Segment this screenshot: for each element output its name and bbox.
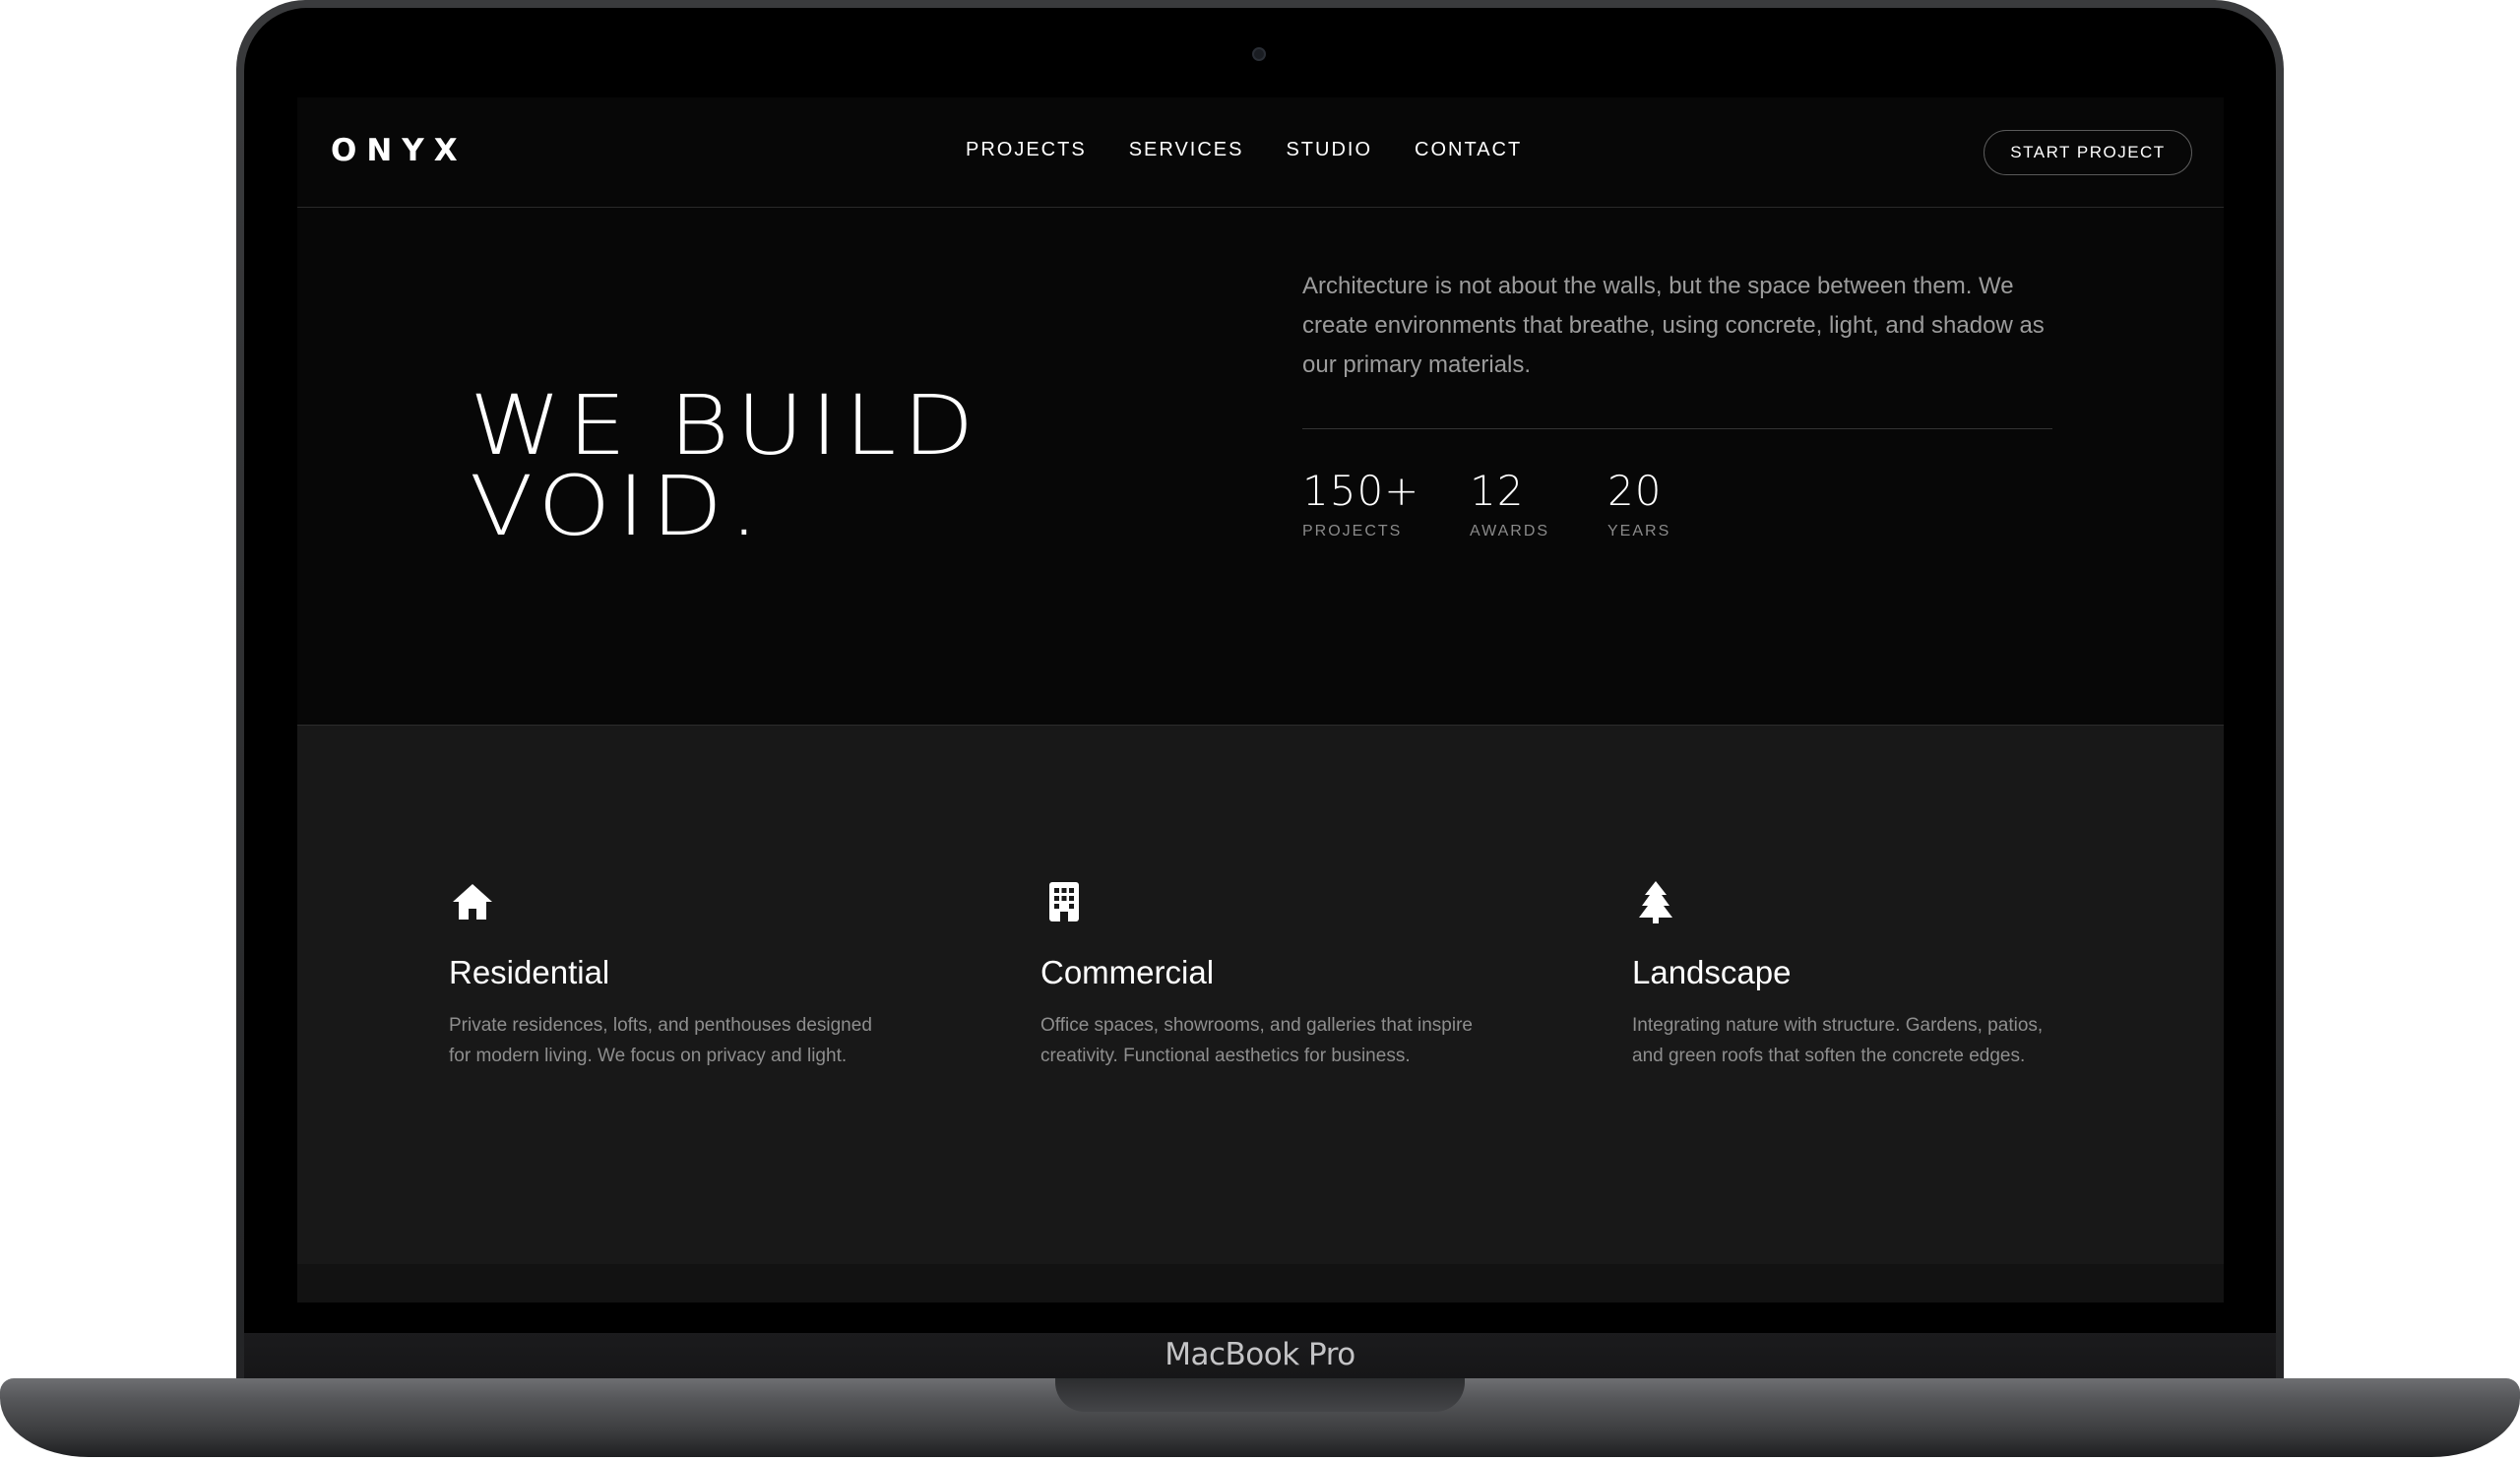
service-description: Office spaces, showrooms, and galleries …	[1040, 1015, 1473, 1066]
stat-projects: 150+ PROJECTS	[1302, 466, 1470, 540]
stat-value: 150+	[1302, 467, 1420, 515]
service-title: Residential	[449, 954, 610, 990]
stat-value: 20	[1607, 467, 1663, 515]
tree-icon	[1639, 881, 1672, 923]
stat-awards: 12 AWARDS	[1470, 466, 1607, 540]
brand-logo[interactable]: ONYX	[331, 133, 468, 168]
stat-value: 12	[1470, 467, 1525, 515]
hero-divider	[1302, 428, 2052, 429]
stat-label: YEARS	[1607, 523, 1671, 540]
service-description: Private residences, lofts, and penthouse…	[449, 1015, 872, 1066]
nav-link-services[interactable]: SERVICES	[1129, 139, 1244, 161]
services-section: Residential Private residences, lofts, a…	[297, 725, 2224, 1264]
stat-label: AWARDS	[1470, 523, 1550, 540]
nav-links: PROJECTS SERVICES STUDIO CONTACT	[966, 139, 1564, 161]
nav-link-contact[interactable]: CONTACT	[1415, 139, 1522, 161]
hero-description: Architecture is not about the walls, but…	[1302, 273, 2045, 378]
service-card-residential[interactable]: Residential Private residences, lofts, a…	[449, 878, 882, 1071]
start-project-button[interactable]: START PROJECT	[1984, 130, 2192, 175]
stat-label: PROJECTS	[1302, 523, 1403, 540]
hero-section: WE BUILD VOID. Architecture is not about…	[297, 208, 2224, 725]
house-icon	[453, 884, 492, 920]
next-section-edge	[297, 1264, 2224, 1302]
service-card-commercial[interactable]: Commercial Office spaces, showrooms, and…	[1040, 878, 1474, 1071]
lid-notch	[1055, 1378, 1465, 1412]
service-card-landscape[interactable]: Landscape Integrating nature with struct…	[1632, 878, 2065, 1071]
camera-icon	[1252, 47, 1266, 61]
building-icon	[1049, 882, 1079, 921]
top-navigation: ONYX PROJECTS SERVICES STUDIO CONTACT ST…	[297, 97, 2224, 208]
hero-title: WE BUILD VOID.	[470, 377, 981, 554]
stat-years: 20 YEARS	[1607, 466, 1726, 540]
stats-row: 150+ PROJECTS 12 AWARDS 20 YEARS	[1302, 466, 1726, 540]
device-model-label: MacBook Pro	[1165, 1337, 1355, 1372]
service-title: Commercial	[1040, 954, 1215, 990]
service-title: Landscape	[1632, 954, 1792, 990]
website-screen: ONYX PROJECTS SERVICES STUDIO CONTACT ST…	[297, 97, 2224, 1302]
service-description: Integrating nature with structure. Garde…	[1632, 1015, 2044, 1066]
nav-link-studio[interactable]: STUDIO	[1286, 139, 1372, 161]
nav-link-projects[interactable]: PROJECTS	[966, 139, 1087, 161]
